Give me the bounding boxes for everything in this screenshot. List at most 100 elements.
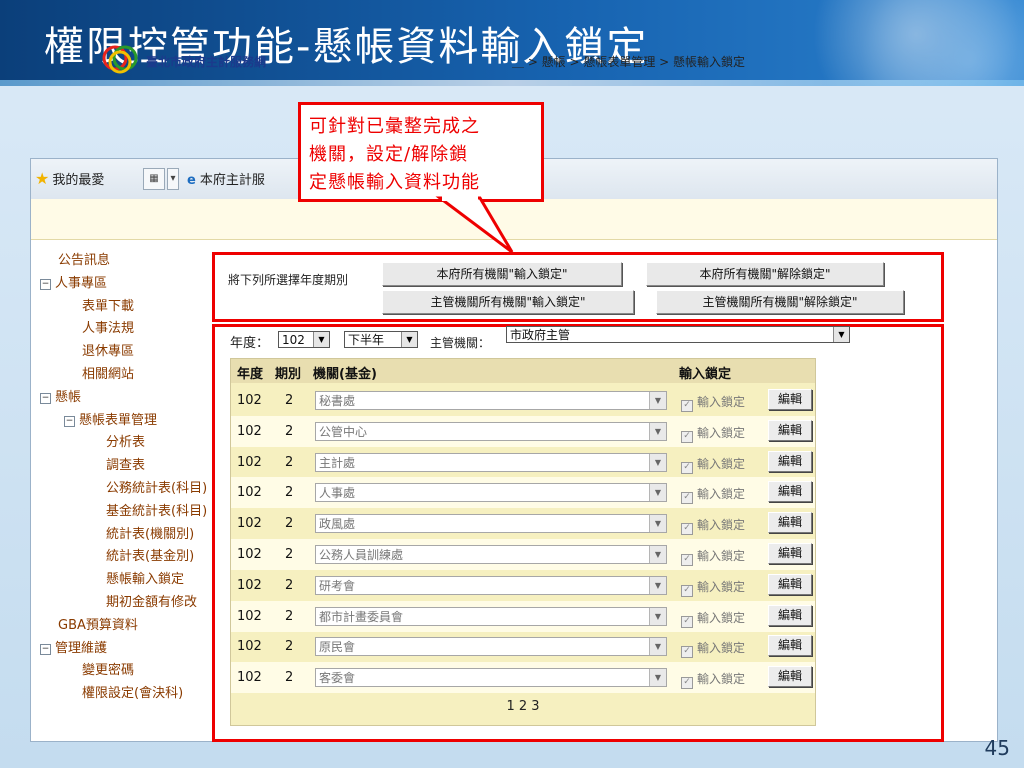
agency-select[interactable]: 政風處 ▼ [315, 514, 667, 534]
lock-checkbox-label: 輸入鎖定 [697, 610, 746, 625]
lock-checkbox[interactable]: ✓ 輸入鎖定 [681, 578, 745, 597]
agency-select[interactable]: 主計處 ▼ [315, 452, 667, 472]
dropdown-arrow-icon: ▼ [833, 327, 849, 342]
lock-checkbox[interactable]: ✓ 輸入鎖定 [681, 485, 745, 505]
site-name[interactable]: 臺北市政府主計服務網 [146, 53, 266, 70]
sidebar-item[interactable]: 統計表(機關別) [106, 523, 194, 542]
agency-select[interactable]: 公務人員訓練處 ▼ [315, 545, 667, 564]
unlock-all-competent-button[interactable]: 主管機關所有機關"解除鎖定" [656, 290, 904, 314]
edit-button[interactable]: 編輯 [768, 573, 812, 595]
row-period: 2 [285, 393, 294, 408]
checkbox-icon: ✓ [681, 584, 693, 597]
browser-tab[interactable]: e 本府主計服 [187, 169, 265, 188]
sidebar-item[interactable]: 分析表 [106, 431, 145, 450]
callout-text: 可針對已彙整完成之 機關，設定/解除鎖 定懸帳輸入資料功能 [309, 113, 541, 197]
sidebar-item[interactable]: 權限設定(會決科) [82, 682, 183, 701]
callout-box: 可針對已彙整完成之 機關，設定/解除鎖 定懸帳輸入資料功能 [298, 102, 544, 202]
unlock-all-city-button[interactable]: 本府所有機關"解除鎖定" [646, 262, 884, 286]
lock-checkbox-label: 輸入鎖定 [697, 641, 746, 656]
sidebar-item[interactable]: − 管理維護 [40, 637, 107, 656]
edit-button[interactable]: 編輯 [768, 635, 812, 657]
sidebar-item[interactable]: 人事法規 [82, 317, 134, 336]
grid-view-icon[interactable]: ▦ [143, 168, 165, 190]
row-period: 2 [285, 423, 294, 439]
dropdown-arrow-icon: ▼ [649, 669, 666, 687]
sidebar-item-label: 表單下載 [82, 298, 135, 314]
sidebar-item[interactable]: − 懸帳表單管理 [64, 409, 157, 428]
agency-select[interactable]: 研考會 ▼ [315, 575, 667, 595]
sidebar-item[interactable]: 公務統計表(科目) [106, 477, 207, 496]
sidebar-item-label: 懸帳輸入鎖定 [106, 572, 185, 588]
lock-checkbox[interactable]: ✓ 輸入鎖定 [681, 455, 745, 474]
agency-select[interactable]: 秘書處 ▼ [315, 391, 667, 410]
sidebar-item[interactable]: 表單下載 [82, 295, 134, 314]
year-select[interactable]: 102 ▼ [278, 331, 330, 348]
sidebar-item-label: 公告訊息 [58, 253, 111, 268]
agency-select[interactable]: 公管中心 ▼ [315, 421, 667, 441]
callout-pointer [435, 196, 514, 254]
collapse-toggle-icon[interactable]: − [40, 392, 51, 404]
edit-button[interactable]: 編輯 [768, 604, 812, 626]
favorites-label: 我的最愛 [52, 173, 105, 188]
lock-checkbox[interactable]: ✓ 輸入鎖定 [681, 547, 745, 566]
agency-value: 主計處 [319, 455, 356, 470]
sidebar-item[interactable]: − 人事專區 [40, 272, 107, 291]
checkbox-icon: ✓ [681, 430, 693, 443]
collapse-toggle-icon[interactable]: − [40, 643, 51, 655]
lock-checkbox[interactable]: ✓ 輸入鎖定 [681, 639, 746, 659]
lock-checkbox[interactable]: ✓ 輸入鎖定 [681, 424, 745, 443]
lock-checkbox[interactable]: ✓ 輸入鎖定 [681, 393, 745, 412]
edit-button[interactable]: 編輯 [768, 543, 812, 564]
table-row: 102 2 政風處 ▼ ✓ 輸入鎖定 編輯 [231, 508, 815, 539]
edit-button[interactable]: 編輯 [768, 419, 812, 441]
sidebar-item[interactable]: 變更密碼 [82, 659, 134, 678]
agency-select[interactable]: 原民會 ▼ [315, 637, 667, 657]
lock-checkbox[interactable]: ✓ 輸入鎖定 [681, 670, 746, 690]
agency-select[interactable]: 客委會 ▼ [315, 668, 667, 688]
lock-all-competent-button[interactable]: 主管機關所有機關"輸入鎖定" [382, 290, 634, 314]
table-row: 102 2 公管中心 ▼ ✓ 輸入鎖定 編輯 [231, 415, 815, 447]
sidebar-item[interactable]: 公告訊息 [58, 249, 110, 268]
year-label: 年度： [230, 336, 270, 351]
agency-select[interactable]: 人事處 ▼ [315, 483, 667, 503]
period-select[interactable]: 下半年 ▼ [344, 331, 418, 348]
sidebar-item[interactable]: 懸帳輸入鎖定 [106, 568, 184, 587]
lock-all-city-button[interactable]: 本府所有機關"輸入鎖定" [382, 262, 622, 286]
sidebar-item-label: 基金統計表(科目) [106, 503, 208, 519]
agency-value: 公務人員訓練處 [319, 548, 404, 562]
dropdown-arrow-icon: ▼ [649, 607, 666, 625]
sidebar-item-label: 管理維護 [55, 640, 108, 656]
lock-checkbox-label: 輸入鎖定 [697, 579, 746, 594]
sidebar-item[interactable]: 期初金額有修改 [106, 591, 197, 610]
edit-button[interactable]: 編輯 [768, 512, 812, 534]
sidebar-item[interactable]: − 懸帳 [40, 386, 81, 405]
row-period: 2 [285, 454, 294, 470]
sidebar-item[interactable]: GBA預算資料 [58, 614, 138, 633]
sidebar-item[interactable]: 統計表(基金別) [106, 545, 194, 564]
edit-button[interactable]: 編輯 [768, 481, 812, 503]
edit-button[interactable]: 編輯 [768, 666, 812, 688]
lock-checkbox[interactable]: ✓ 輸入鎖定 [681, 516, 745, 536]
callout-line: 可針對已彙整完成之 [309, 116, 480, 137]
edit-button[interactable]: 編輯 [768, 450, 812, 472]
breadcrumb[interactable]: ＿ > 懸帳 > 懸帳表單管理 > 懸帳輸入鎖定 [512, 53, 745, 70]
sidebar-item[interactable]: 退休專區 [82, 340, 134, 359]
sidebar-item[interactable]: 調查表 [106, 454, 145, 473]
agency-select[interactable]: 都市計畫委員會 ▼ [315, 606, 667, 626]
sidebar-item[interactable]: 相關網站 [82, 363, 134, 382]
lock-checkbox-label: 輸入鎖定 [697, 672, 746, 687]
chevron-down-icon[interactable]: ▾ [167, 168, 179, 190]
checkbox-icon: ✓ [681, 554, 693, 566]
collapse-toggle-icon[interactable]: − [40, 278, 51, 290]
pager[interactable]: 1 2 3 [231, 699, 815, 714]
favorites-button[interactable]: ★ 我的最愛 [35, 169, 104, 188]
row-period: 2 [285, 670, 294, 686]
checkbox-icon: ✓ [681, 461, 693, 474]
row-period: 2 [285, 639, 294, 655]
edit-button[interactable]: 編輯 [768, 389, 812, 410]
sidebar-item[interactable]: 基金統計表(科目) [106, 500, 207, 519]
sidebar-item-label: 公務統計表(科目) [106, 481, 208, 496]
collapse-toggle-icon[interactable]: − [64, 415, 75, 427]
lock-checkbox[interactable]: ✓ 輸入鎖定 [681, 609, 745, 628]
competent-select[interactable]: 市政府主管 ▼ [506, 326, 850, 343]
